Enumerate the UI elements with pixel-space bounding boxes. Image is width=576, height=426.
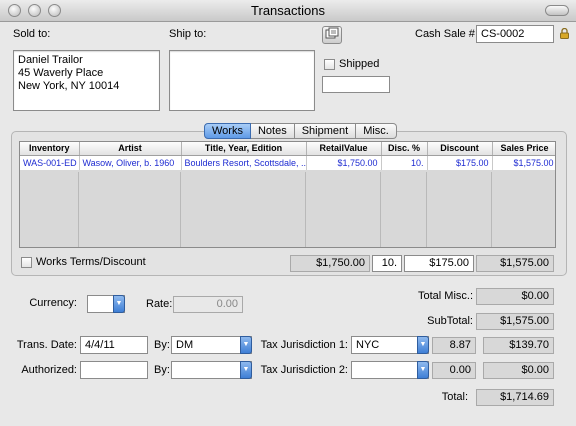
rate-label: Rate: — [146, 298, 173, 310]
tax1-label: Tax Jurisdiction 1: — [260, 339, 348, 351]
total-misc-label: Total Misc.: — [417, 290, 473, 302]
copy-address-icon — [325, 27, 339, 39]
sold-to-label: Sold to: — [13, 28, 51, 40]
chevron-down-icon: ▼ — [240, 336, 252, 354]
artist-cell[interactable]: Wasow, Oliver, b. 1960 — [79, 155, 182, 170]
tax1-value: NYC — [356, 339, 380, 351]
subtotal-field: $1,575.00 — [476, 313, 554, 330]
close-window-button[interactable] — [8, 4, 21, 17]
tax2-label: Tax Jurisdiction 2: — [260, 364, 348, 376]
shipped-label: Shipped — [339, 58, 380, 70]
currency-select[interactable]: ▼ — [87, 295, 125, 313]
tab-works[interactable]: Works — [204, 123, 251, 139]
column-header-retail-value[interactable]: RetailValue — [306, 142, 382, 156]
column-header-disc-pct[interactable]: Disc. % — [381, 142, 428, 156]
total-field: $1,714.69 — [476, 389, 554, 406]
chevron-down-icon: ▼ — [240, 361, 252, 379]
cash-sale-number-field[interactable]: CS-0002 — [476, 25, 554, 43]
rate-field[interactable]: 0.00 — [173, 296, 243, 313]
tax1-select[interactable]: NYC ▼ — [351, 336, 429, 354]
ship-to-label: Ship to: — [169, 28, 207, 40]
zoom-window-button[interactable] — [48, 4, 61, 17]
minimize-window-button[interactable] — [28, 4, 41, 17]
transaction-tabs: Works Notes Shipment Misc. — [204, 123, 397, 139]
tab-shipment[interactable]: Shipment — [294, 123, 357, 139]
currency-label: Currency: — [29, 297, 77, 309]
cash-sale-label: Cash Sale # — [415, 28, 475, 40]
lock-icon[interactable] — [560, 28, 569, 39]
tax2-rate-field: 0.00 — [432, 362, 476, 379]
discount-cell[interactable]: $175.00 — [427, 155, 493, 170]
chevron-down-icon: ▼ — [417, 336, 429, 354]
window-titlebar: Transactions — [0, 0, 576, 22]
retail-total-field: $1,750.00 — [290, 255, 370, 272]
sold-to-line: Daniel Trailor — [18, 54, 83, 66]
authorized-label: Authorized: — [21, 364, 77, 376]
title-cell[interactable]: Boulders Resort, Scottsdale, ... — [181, 155, 307, 170]
column-header-discount[interactable]: Discount — [427, 142, 493, 156]
column-header-sales-price[interactable]: Sales Price — [492, 142, 555, 156]
chevron-down-icon: ▼ — [113, 295, 125, 313]
shipped-date-field[interactable] — [322, 76, 390, 93]
subtotal-label: SubTotal: — [427, 315, 473, 327]
window-controls — [8, 4, 61, 17]
total-label: Total: — [441, 391, 468, 403]
toolbar-toggle-button[interactable] — [545, 5, 569, 16]
sales-price-cell[interactable]: $1,575.00 — [492, 155, 555, 170]
table-header-row: Inventory Artist Title, Year, Edition Re… — [20, 142, 555, 156]
tax2-select[interactable]: ▼ — [351, 361, 429, 379]
works-table: Inventory Artist Title, Year, Edition Re… — [19, 141, 556, 248]
tax1-amount-field: $139.70 — [483, 337, 554, 354]
chevron-down-icon: ▼ — [417, 361, 429, 379]
column-header-artist[interactable]: Artist — [79, 142, 182, 156]
table-empty-area[interactable] — [20, 172, 555, 247]
column-header-inventory[interactable]: Inventory — [20, 142, 80, 156]
shipped-checkbox[interactable] — [324, 59, 335, 70]
works-terms-label: Works Terms/Discount — [36, 256, 146, 268]
table-row[interactable]: WAS-001-ED Wasow, Oliver, b. 1960 Boulde… — [20, 155, 555, 170]
authorized-field[interactable] — [80, 361, 148, 379]
copy-address-button[interactable] — [322, 26, 342, 44]
trans-by-select[interactable]: DM ▼ — [171, 336, 252, 354]
discount-total-field[interactable]: $175.00 — [404, 255, 474, 272]
tab-notes[interactable]: Notes — [250, 123, 295, 139]
tax1-rate-field: 8.87 — [432, 337, 476, 354]
total-misc-field: $0.00 — [476, 288, 554, 305]
sold-to-line: 45 Waverly Place — [18, 67, 104, 79]
auth-by-select[interactable]: ▼ — [171, 361, 252, 379]
disc-pct-cell[interactable]: 10. — [381, 155, 428, 170]
sold-to-line: New York, NY 10014 — [18, 80, 120, 92]
auth-by-label: By: — [154, 364, 170, 376]
trans-by-value: DM — [176, 339, 194, 351]
tax2-amount-field: $0.00 — [483, 362, 554, 379]
inventory-cell[interactable]: WAS-001-ED — [20, 155, 80, 170]
disc-pct-total-field[interactable]: 10. — [372, 255, 402, 272]
sales-total-field: $1,575.00 — [476, 255, 554, 272]
retail-value-cell[interactable]: $1,750.00 — [306, 155, 382, 170]
trans-date-label: Trans. Date: — [16, 339, 77, 351]
trans-by-label: By: — [154, 339, 170, 351]
sold-to-address[interactable]: Daniel Trailor 45 Waverly Place New York… — [13, 50, 160, 111]
ship-to-address[interactable] — [169, 50, 315, 111]
window-title: Transactions — [251, 3, 325, 18]
column-header-title[interactable]: Title, Year, Edition — [181, 142, 307, 156]
trans-date-field[interactable]: 4/4/11 — [80, 336, 148, 354]
tab-misc[interactable]: Misc. — [356, 123, 397, 139]
works-terms-checkbox[interactable] — [21, 257, 32, 268]
